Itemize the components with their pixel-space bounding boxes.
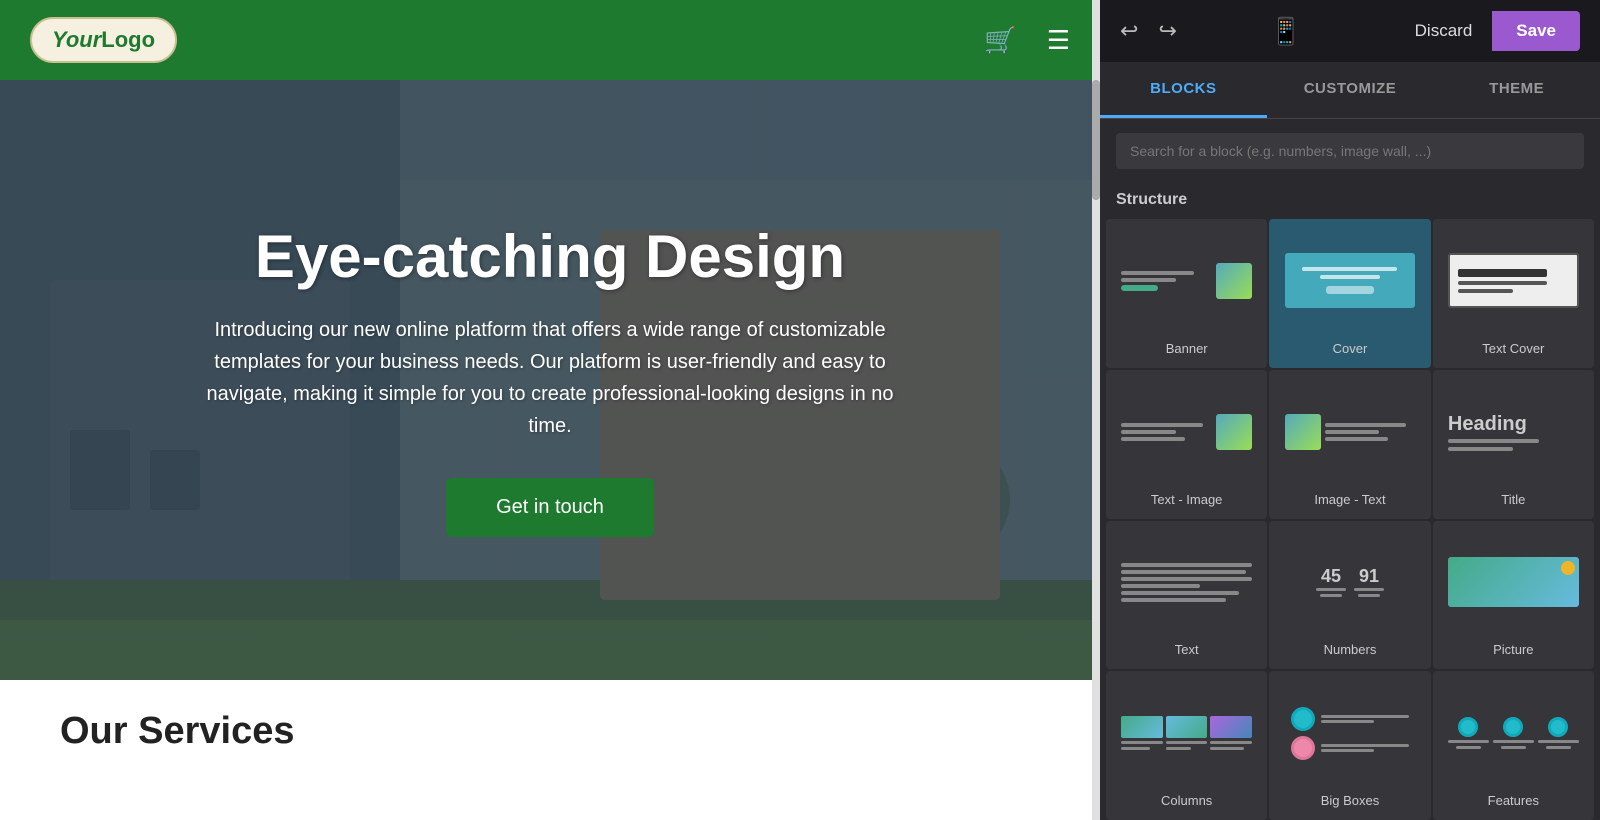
block-text[interactable]: Text: [1106, 521, 1267, 670]
block-picture-label: Picture: [1493, 642, 1533, 657]
block-columns-thumb: [1114, 681, 1259, 785]
block-features[interactable]: Features: [1433, 671, 1594, 820]
menu-icon[interactable]: ☰: [1047, 25, 1070, 56]
block-features-thumb: [1441, 681, 1586, 785]
below-hero: Our Services: [0, 680, 1100, 783]
block-title-thumb: Heading: [1441, 380, 1586, 484]
block-text-thumb: [1114, 531, 1259, 635]
block-image-text[interactable]: Image - Text: [1269, 370, 1430, 519]
block-text-cover-thumb: [1441, 229, 1586, 333]
block-big-boxes-thumb: [1277, 681, 1422, 785]
redo-icon[interactable]: ↪: [1158, 18, 1176, 44]
block-cover-thumb: [1277, 229, 1422, 333]
block-columns[interactable]: Columns: [1106, 671, 1267, 820]
block-picture[interactable]: Picture: [1433, 521, 1594, 670]
block-picture-thumb: [1441, 531, 1586, 635]
block-banner[interactable]: Banner: [1106, 219, 1267, 368]
block-text-cover-label: Text Cover: [1482, 341, 1544, 356]
block-big-boxes-label: Big Boxes: [1321, 793, 1380, 808]
hero-title: Eye-catching Design: [255, 224, 845, 290]
block-title-label: Title: [1501, 492, 1525, 507]
tab-theme[interactable]: THEME: [1433, 62, 1600, 118]
block-text-cover[interactable]: Text Cover: [1433, 219, 1594, 368]
block-image-text-thumb: [1277, 380, 1422, 484]
logo-your: Your: [52, 27, 101, 52]
editor-topbar: ↩ ↪ 📱 Discard Save: [1100, 0, 1600, 62]
block-title[interactable]: Heading Title: [1433, 370, 1594, 519]
hero-section: Eye-catching Design Introducing our new …: [0, 80, 1100, 680]
block-text-label: Text: [1175, 642, 1199, 657]
block-text-image[interactable]: Text - Image: [1106, 370, 1267, 519]
save-button[interactable]: Save: [1492, 11, 1580, 51]
block-features-label: Features: [1488, 793, 1539, 808]
website-preview: YourLogo 🛒 ☰ Eye-catching Design Introdu…: [0, 0, 1100, 820]
logo[interactable]: YourLogo: [30, 17, 177, 63]
block-cover[interactable]: Cover: [1269, 219, 1430, 368]
block-numbers-thumb: 45 91: [1277, 531, 1422, 635]
block-banner-label: Banner: [1166, 341, 1208, 356]
nav-icons: 🛒 ☰: [984, 25, 1070, 56]
editor-panel: ↩ ↪ 📱 Discard Save BLOCKS CUSTOMIZE THEM…: [1100, 0, 1600, 820]
logo-logo: Logo: [101, 27, 155, 52]
structure-label: Structure: [1100, 183, 1600, 219]
editor-tabs: BLOCKS CUSTOMIZE THEME: [1100, 62, 1600, 119]
hero-subtitle: Introducing our new online platform that…: [190, 314, 910, 442]
block-banner-thumb: [1114, 229, 1259, 333]
logo-text: YourLogo: [52, 27, 155, 52]
block-big-boxes[interactable]: Big Boxes: [1269, 671, 1430, 820]
search-bar: [1100, 119, 1600, 183]
block-columns-label: Columns: [1161, 793, 1212, 808]
block-cover-label: Cover: [1333, 341, 1368, 356]
tab-blocks[interactable]: BLOCKS: [1100, 62, 1267, 118]
block-image-text-label: Image - Text: [1314, 492, 1385, 507]
mobile-device-icon[interactable]: 📱: [1270, 16, 1302, 47]
topbar-right: Discard Save: [1395, 11, 1580, 51]
block-text-image-thumb: [1114, 380, 1259, 484]
editor-topbar-left: ↩ ↪: [1120, 18, 1177, 44]
block-numbers-label: Numbers: [1324, 642, 1377, 657]
search-input[interactable]: [1116, 133, 1584, 169]
cart-icon[interactable]: 🛒: [984, 25, 1016, 56]
cta-button[interactable]: Get in touch: [446, 478, 654, 537]
discard-button[interactable]: Discard: [1395, 11, 1493, 51]
blocks-grid: Banner Cover Text Cover: [1100, 219, 1600, 820]
preview-scrollbar-thumb: [1092, 80, 1100, 200]
navbar: YourLogo 🛒 ☰: [0, 0, 1100, 80]
block-numbers[interactable]: 45 91 Numbers: [1269, 521, 1430, 670]
preview-scrollbar[interactable]: [1092, 0, 1100, 820]
tab-customize[interactable]: CUSTOMIZE: [1267, 62, 1434, 118]
undo-icon[interactable]: ↩: [1120, 18, 1138, 44]
services-title: Our Services: [60, 710, 1040, 753]
block-text-image-label: Text - Image: [1151, 492, 1223, 507]
